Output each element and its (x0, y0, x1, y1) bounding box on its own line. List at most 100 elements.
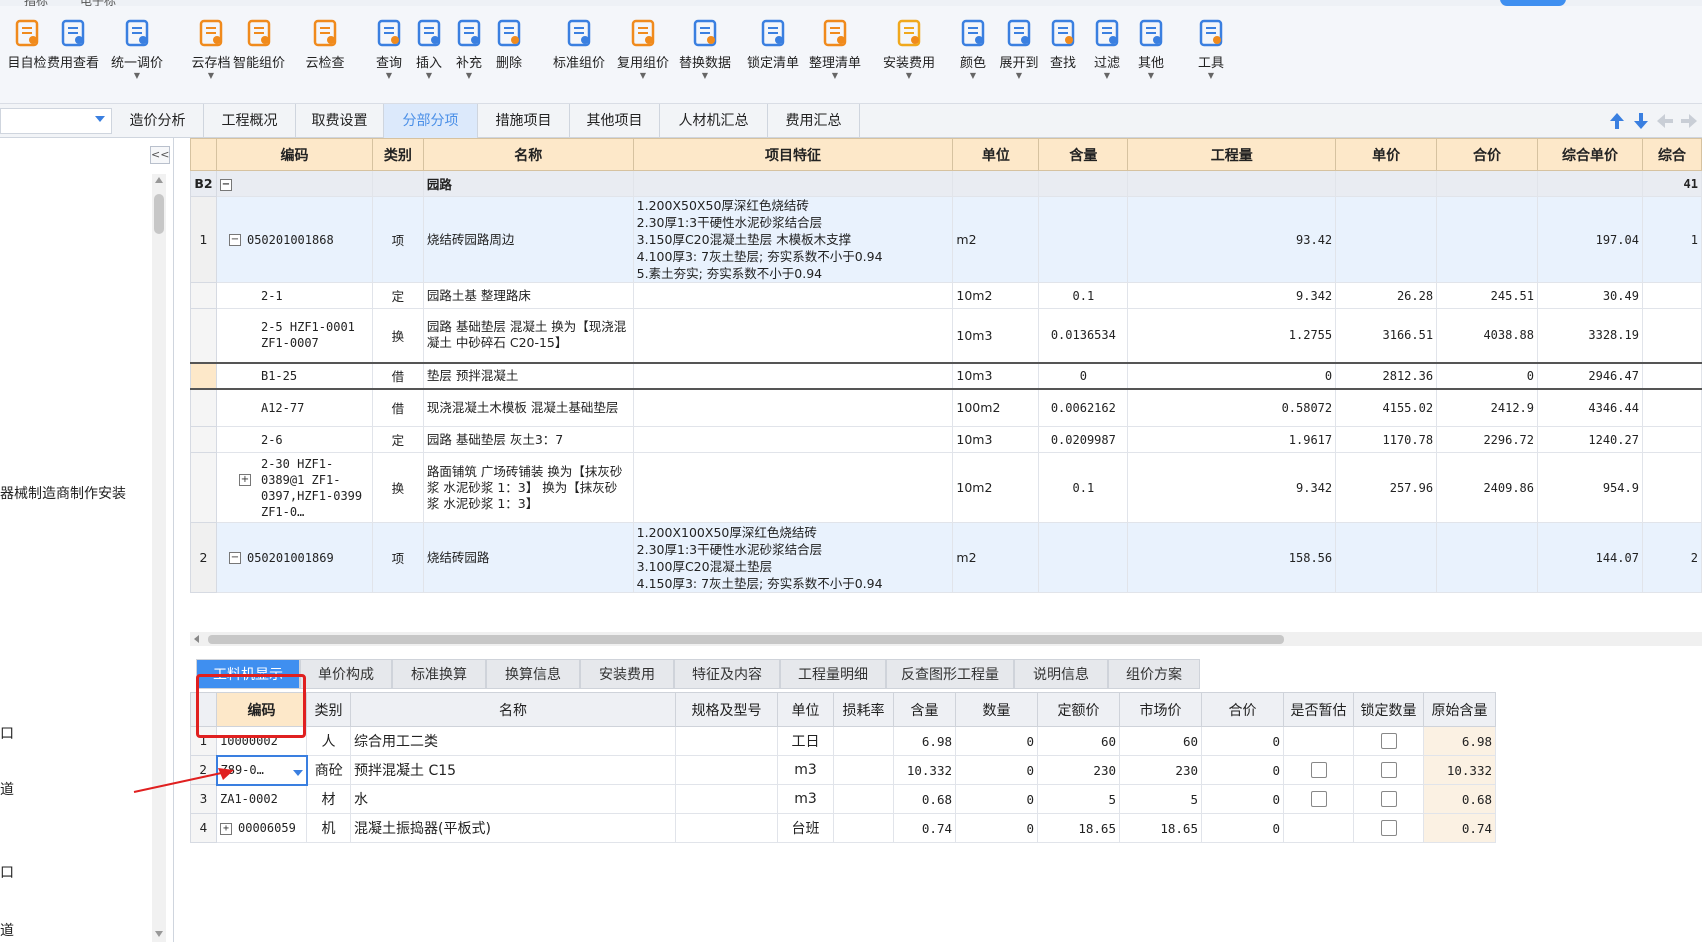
column-header[interactable]: 单位 (777, 692, 834, 727)
type-cell[interactable]: 借 (371, 388, 424, 427)
type-cell[interactable]: 项 (371, 196, 424, 283)
scroll-thumb[interactable] (154, 194, 164, 234)
table-row[interactable]: 2-6 定园路 基础垫层 灰土3：7 10m3 0.0209987 1.9617 1170… (190, 426, 1702, 453)
column-header[interactable]: 工程量 (1127, 138, 1337, 171)
type-cell[interactable]: 换 (371, 452, 424, 523)
price-cell[interactable] (1335, 196, 1438, 283)
column-header[interactable]: 类别 (306, 692, 351, 727)
lock-checkbox[interactable] (1380, 762, 1397, 778)
tail-cell[interactable] (1641, 361, 1702, 390)
tail-cell[interactable] (1641, 282, 1702, 309)
column-header[interactable]: 锁定数量 (1353, 692, 1424, 727)
loss-cell[interactable] (833, 813, 894, 843)
content-cell[interactable] (1038, 196, 1129, 283)
estimate-checkbox[interactable] (1310, 762, 1327, 778)
column-header[interactable]: 规格及型号 (675, 692, 778, 727)
tab-6[interactable]: 人材机汇总 (660, 104, 768, 138)
total-cell[interactable]: 0 (1201, 784, 1284, 814)
left-tree-item[interactable]: 口 (0, 862, 14, 882)
name-cell[interactable]: 混凝土振捣器(平板式) (350, 813, 676, 843)
type-cell[interactable]: 借 (371, 361, 424, 390)
uprice-cell[interactable]: 1240.27 (1537, 426, 1643, 453)
toolbar-button-13[interactable]: 锁定清单 (740, 18, 806, 81)
uprice-cell[interactable]: 2946.47 (1537, 361, 1643, 390)
quota-cell[interactable]: 5 (1037, 784, 1120, 814)
qty-cell[interactable]: 9.342 (1127, 452, 1337, 523)
loss-cell[interactable] (833, 784, 894, 814)
toolbar-button-10[interactable]: 标准组价 (546, 18, 612, 81)
lock-cell[interactable] (1353, 813, 1424, 843)
content-cell[interactable]: 6.98 (893, 726, 956, 756)
detail-tab-7[interactable]: 反查图形工程量 (886, 659, 1014, 689)
total-cell[interactable]: 0 (1201, 726, 1284, 756)
move-left-icon[interactable] (1656, 112, 1674, 130)
loss-cell[interactable] (833, 726, 894, 756)
total-cell[interactable]: 2296.72 (1436, 426, 1539, 453)
uprice-cell[interactable]: 197.04 (1537, 196, 1643, 283)
detail-tab-9[interactable]: 组价方案 (1108, 659, 1200, 689)
column-header[interactable]: 综合 (1641, 138, 1702, 171)
detail-tab-3[interactable]: 换算信息 (486, 659, 580, 689)
spec-cell[interactable] (675, 784, 778, 814)
content-cell[interactable]: 0.0136534 (1038, 308, 1129, 363)
table-row[interactable]: 2−050201001869 项烧结砖园路 1.200X100X50厚深红色烧结砖 2… (190, 522, 1702, 593)
uprice-cell[interactable]: 954.9 (1537, 452, 1643, 523)
type-cell[interactable]: 商砼 (306, 755, 351, 785)
price-cell[interactable]: 4155.02 (1335, 388, 1438, 427)
code-cell[interactable]: B1-25 (215, 361, 373, 390)
detail-tab-4[interactable]: 安装费用 (580, 659, 674, 689)
unit-cell[interactable]: m3 (777, 755, 834, 785)
amount-cell[interactable]: 0 (955, 813, 1038, 843)
content-cell[interactable]: 0.1 (1038, 452, 1129, 523)
table-row[interactable]: A12-77 借现浇混凝土木模板 混凝土基础垫层 100m2 0.0062162 0.5… (190, 388, 1702, 427)
left-tree-item[interactable]: 道 (0, 779, 14, 799)
type-cell[interactable]: 机 (306, 813, 351, 843)
tail-cell[interactable]: 2 (1641, 522, 1702, 593)
code-cell[interactable]: 2-5 HZF1-0001 ZF1-0007 (215, 308, 373, 363)
unit-cell[interactable]: 工日 (777, 726, 834, 756)
total-cell[interactable]: 0 (1201, 813, 1284, 843)
qty-cell[interactable]: 0.58072 (1127, 388, 1337, 427)
amount-cell[interactable]: 0 (955, 726, 1038, 756)
detail-tab-1[interactable]: 单价构成 (300, 659, 392, 689)
uprice-cell[interactable]: 144.07 (1537, 522, 1643, 593)
toolbar-button-12[interactable]: 替换数据 ▼ (672, 18, 738, 81)
total-cell[interactable] (1436, 522, 1539, 593)
column-header[interactable]: 名称 (422, 138, 634, 171)
section-toggle-cell[interactable]: − (215, 170, 373, 197)
lock-cell[interactable] (1353, 784, 1424, 814)
name-cell[interactable]: 园路 基础垫层 混凝土 换为【现浇混凝土 中砂碎石 C20-15】 (422, 308, 634, 363)
toolbar-button-15[interactable]: 安装费用 ▼ (876, 18, 942, 81)
estimate-cell[interactable] (1283, 755, 1354, 785)
feature-cell[interactable] (632, 282, 954, 309)
column-header[interactable]: 类别 (371, 138, 424, 171)
total-cell[interactable]: 4038.88 (1436, 308, 1539, 363)
uprice-cell[interactable]: 30.49 (1537, 282, 1643, 309)
price-cell[interactable] (1335, 522, 1438, 593)
resource-row[interactable]: 2 Z89-0… 商砼 预拌混凝土 C15 m3 10.332 0 230 230 0 10.332 (190, 754, 1496, 786)
column-header[interactable]: 单价 (1335, 138, 1438, 171)
estimate-cell[interactable] (1283, 726, 1354, 756)
table-row[interactable]: B1-25 借垫层 预拌混凝土 10m3 0 0 2812.36 0 2946.47 (190, 361, 1702, 390)
scroll-up-icon[interactable] (155, 177, 163, 183)
chevron-down-icon[interactable] (292, 770, 303, 776)
price-cell[interactable]: 257.96 (1335, 452, 1438, 523)
lock-checkbox[interactable] (1380, 733, 1397, 749)
column-header[interactable]: 编码 (215, 138, 373, 171)
type-cell[interactable]: 人 (306, 726, 351, 756)
estimate-checkbox[interactable] (1310, 791, 1327, 807)
code-cell[interactable]: −050201001869 (215, 522, 373, 593)
move-right-icon[interactable] (1680, 112, 1698, 130)
type-cell[interactable]: 定 (371, 282, 424, 309)
toolbar-button-4[interactable]: 智能组价 (226, 18, 292, 81)
table-row[interactable]: 1−050201001868 项烧结砖园路周边 1.200X50X50厚深红色烧结砖… (190, 196, 1702, 283)
column-header[interactable]: 综合单价 (1537, 138, 1643, 171)
tab-7[interactable]: 费用汇总 (768, 104, 860, 138)
estimate-cell[interactable] (1283, 784, 1354, 814)
toolbar-button-20[interactable]: 其他 ▼ (1118, 18, 1184, 81)
tab-0[interactable]: 造价分析 (112, 104, 204, 138)
estimate-cell[interactable] (1283, 813, 1354, 843)
unit-cell[interactable]: m2 (952, 196, 1040, 283)
content-cell[interactable]: 0 (1038, 361, 1129, 390)
type-cell[interactable]: 材 (306, 784, 351, 814)
